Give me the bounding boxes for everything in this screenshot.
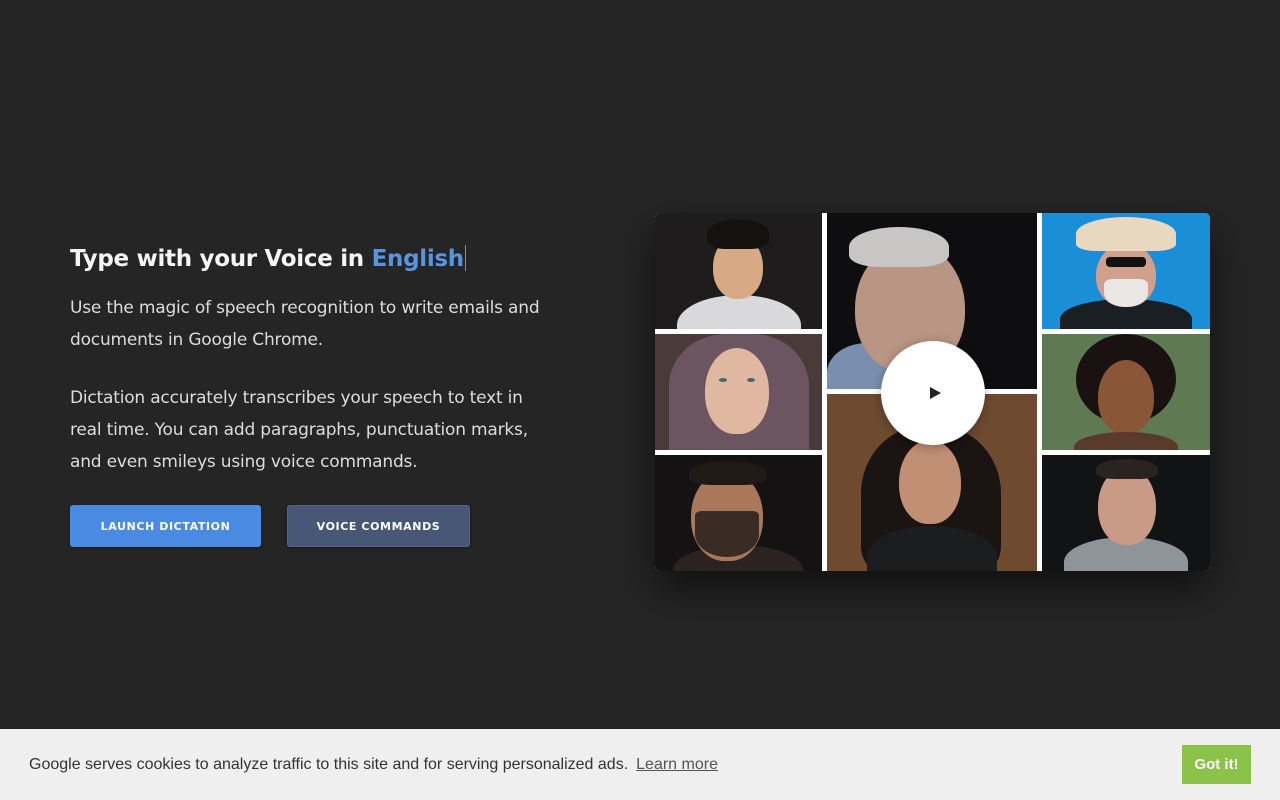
- headline-prefix: Type with your Voice in: [70, 246, 372, 272]
- play-button[interactable]: [881, 341, 985, 445]
- action-buttons: LAUNCH DICTATION VOICE COMMANDS: [70, 505, 470, 547]
- portrait-tile: [655, 455, 822, 571]
- description-paragraph: Dictation accurately transcribes your sp…: [70, 388, 528, 472]
- cookie-banner: Google serves cookies to analyze traffic…: [0, 729, 1280, 800]
- cookie-message: Google serves cookies to analyze traffic…: [29, 755, 629, 773]
- portrait-tile: [1042, 334, 1210, 450]
- play-icon: [929, 387, 941, 399]
- voice-commands-button[interactable]: VOICE COMMANDS: [287, 505, 470, 547]
- portrait-tile: [655, 334, 822, 450]
- headline-language: English: [371, 246, 465, 272]
- learn-more-link[interactable]: Learn more: [636, 756, 718, 774]
- portrait-tile: [1042, 213, 1210, 329]
- accept-cookies-button[interactable]: Got it!: [1182, 745, 1251, 784]
- typing-cursor: [464, 245, 466, 271]
- intro-paragraph: Use the magic of speech recognition to w…: [70, 298, 540, 350]
- page-title: Type with your Voice in English: [70, 240, 540, 278]
- video-thumbnail[interactable]: [655, 213, 1210, 571]
- portrait-tile: [655, 213, 822, 329]
- hero-text: Type with your Voice in English Use the …: [70, 240, 540, 478]
- launch-dictation-button[interactable]: LAUNCH DICTATION: [70, 505, 261, 547]
- portrait-tile: [1042, 455, 1210, 571]
